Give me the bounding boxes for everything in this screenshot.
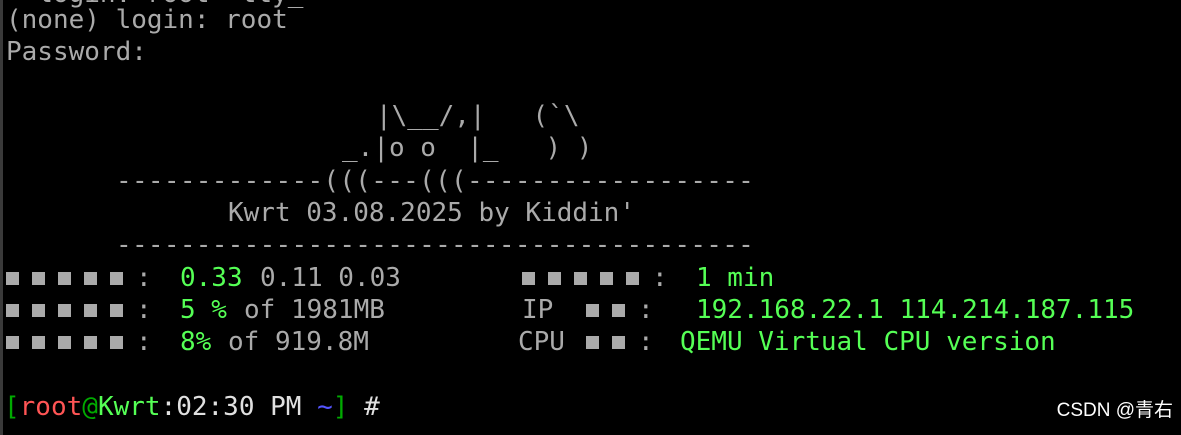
masked-char-icon (58, 304, 71, 317)
disk-row: : (6, 326, 152, 358)
terminal-screen[interactable]: login: root tty_ (none) login: root Pass… (0, 0, 1181, 435)
disk-value: 8% (180, 327, 212, 357)
memory-rest: of 1981MB (244, 295, 385, 325)
cpu-row: : (586, 326, 654, 358)
password-line: Password: (6, 37, 147, 67)
masked-char-icon (84, 304, 97, 317)
prompt-symbol: # (364, 392, 380, 422)
memory-row: : (6, 294, 152, 326)
uptime-value: 1 min (696, 263, 775, 293)
prompt-user: root (19, 392, 83, 422)
load-row: : (6, 262, 152, 294)
ip-row: : (586, 294, 654, 326)
masked-char-icon (586, 336, 599, 349)
prompt-open-bracket: [ (4, 392, 20, 422)
watermark: CSDN @青右 (1056, 400, 1173, 421)
masked-char-icon (32, 272, 45, 285)
banner-rule-bottom: ---------------------------------------- (116, 230, 755, 260)
masked-char-icon (32, 336, 45, 349)
disk-rest: of 919.8M (228, 327, 369, 357)
masked-char-icon (6, 272, 19, 285)
prompt-time: :02:30 PM (160, 392, 302, 422)
prompt-host: Kwrt (97, 392, 161, 422)
masked-char-icon (548, 272, 561, 285)
uptime-sep: : (652, 263, 668, 293)
masked-char-icon (110, 336, 123, 349)
masked-char-icon (626, 272, 639, 285)
masked-char-icon (84, 272, 97, 285)
cpu-value: QEMU Virtual CPU version (680, 327, 1056, 357)
load-value: 0.33 (180, 263, 243, 293)
ip-sep: : (638, 295, 654, 325)
prompt-at: @ (82, 392, 98, 422)
masked-char-icon (110, 272, 123, 285)
masked-char-icon (58, 336, 71, 349)
window-edge (0, 0, 3, 435)
masked-char-icon (612, 336, 625, 349)
prompt-dir: ~ (317, 392, 333, 422)
ip-label: IP (522, 295, 554, 325)
load-rest: 0.11 0.03 (260, 263, 401, 293)
load-sep: : (136, 263, 152, 293)
uptime-row: : (522, 262, 668, 294)
ascii-cat-line-2: _.|o o |_ ) ) (342, 133, 593, 163)
masked-char-icon (110, 304, 123, 317)
banner-rule-top: -------------(((---(((------------------ (116, 166, 755, 196)
masked-char-icon (6, 304, 19, 317)
memory-value: 5 % (180, 295, 227, 325)
disk-sep: : (136, 327, 152, 357)
masked-char-icon (600, 272, 613, 285)
prompt-close-bracket: ] (332, 392, 349, 422)
masked-char-icon (586, 304, 599, 317)
shell-prompt[interactable]: [root@Kwrt:02:30 PM ~] # (4, 391, 380, 423)
cpu-sep: : (638, 327, 654, 357)
login-line: (none) login: root (6, 5, 288, 35)
masked-char-icon (612, 304, 625, 317)
ip-value: 192.168.22.1 114.214.187.115 (696, 295, 1135, 325)
masked-char-icon (522, 272, 535, 285)
ascii-cat-line-1: |\__/,| (`\ (376, 101, 580, 131)
masked-char-icon (574, 272, 587, 285)
masked-char-icon (6, 336, 19, 349)
banner-title: Kwrt 03.08.2025 by Kiddin' (228, 198, 635, 228)
masked-char-icon (58, 272, 71, 285)
masked-char-icon (84, 336, 97, 349)
memory-sep: : (136, 295, 152, 325)
cpu-label: CPU (518, 327, 565, 357)
masked-char-icon (32, 304, 45, 317)
